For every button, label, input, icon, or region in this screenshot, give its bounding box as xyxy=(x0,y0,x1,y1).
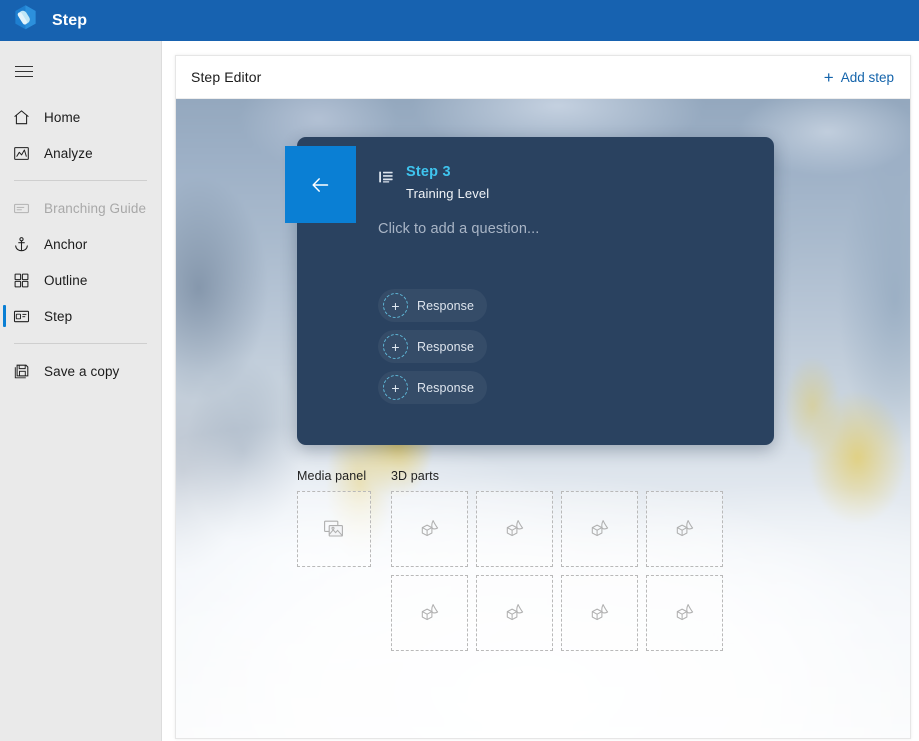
add-response-icon: + xyxy=(383,293,408,318)
sidebar-item-label: Branching Guide xyxy=(44,200,147,216)
add-response-icon: + xyxy=(383,375,408,400)
step-card[interactable]: Step 3 Training Level Click to add a que… xyxy=(285,137,774,445)
add-response-button[interactable]: + Response xyxy=(378,330,487,363)
3d-part-icon xyxy=(588,601,612,625)
plus-icon: + xyxy=(823,67,834,87)
response-label: Response xyxy=(417,339,475,354)
3d-part-icon xyxy=(418,517,442,541)
add-step-button[interactable]: + Add step xyxy=(824,69,894,86)
sidebar-item-outline[interactable]: Outline xyxy=(0,262,161,298)
part-slot[interactable] xyxy=(476,575,553,651)
sidebar-item-step[interactable]: Step xyxy=(0,298,161,334)
sidebar-nav-list: Home Analyze Branching Guide Anchor Outl… xyxy=(0,99,161,389)
sidebar-item-anchor[interactable]: Anchor xyxy=(0,226,161,262)
sidebar: Home Analyze Branching Guide Anchor Outl… xyxy=(0,41,162,741)
sidebar-item-label: Step xyxy=(44,308,73,324)
sidebar-divider-2 xyxy=(14,343,147,344)
response-list: + Response + Response + Response xyxy=(378,289,487,404)
response-label: Response xyxy=(417,298,475,313)
sidebar-item-label: Analyze xyxy=(44,145,93,161)
title-bar: Step xyxy=(0,0,919,41)
add-response-icon: + xyxy=(383,334,408,359)
back-button[interactable] xyxy=(285,146,356,223)
media-panel-slot[interactable] xyxy=(297,491,371,567)
branching-guide-icon xyxy=(9,196,33,220)
outline-grid-icon xyxy=(9,268,33,292)
parts-3d-grid xyxy=(391,491,723,651)
3d-part-icon xyxy=(503,517,527,541)
part-slot[interactable] xyxy=(476,491,553,567)
part-slot[interactable] xyxy=(561,491,638,567)
sidebar-divider-1 xyxy=(14,180,147,181)
list-bullet-icon xyxy=(378,169,394,185)
3d-part-icon xyxy=(418,601,442,625)
step-title-block: Step 3 Training Level xyxy=(406,163,489,202)
step-header: Step 3 Training Level xyxy=(378,163,489,202)
sidebar-item-save-a-copy[interactable]: Save a copy xyxy=(0,353,161,389)
part-slot[interactable] xyxy=(561,575,638,651)
part-slot[interactable] xyxy=(391,575,468,651)
3d-part-icon xyxy=(503,601,527,625)
part-slot[interactable] xyxy=(646,491,723,567)
part-slot[interactable] xyxy=(391,491,468,567)
sidebar-item-label: Outline xyxy=(44,272,88,288)
step-card-icon xyxy=(9,304,33,328)
asset-panels: Media panel 3D parts xyxy=(297,469,723,651)
add-step-label: Add step xyxy=(840,69,894,85)
sidebar-item-analyze[interactable]: Analyze xyxy=(0,135,161,171)
sidebar-item-label: Anchor xyxy=(44,236,88,252)
sidebar-item-branching-guide: Branching Guide xyxy=(0,190,161,226)
3d-part-icon xyxy=(588,517,612,541)
3d-part-icon xyxy=(673,601,697,625)
media-panel-group: Media panel xyxy=(297,469,371,567)
app-window: Step Home Analyze Branching Guide Anchor… xyxy=(0,0,919,741)
media-image-icon xyxy=(322,517,346,541)
app-logo xyxy=(6,0,46,41)
home-icon xyxy=(9,105,33,129)
question-input-placeholder[interactable]: Click to add a question... xyxy=(378,221,539,237)
add-response-button[interactable]: + Response xyxy=(378,289,487,322)
media-panel-label: Media panel xyxy=(297,469,367,483)
content-panel: Step Editor + Add step Step 3 Training L… xyxy=(175,55,911,739)
parts-3d-group: 3D parts xyxy=(391,469,723,651)
step-number: Step 3 xyxy=(406,164,451,180)
anchor-icon xyxy=(9,232,33,256)
sidebar-item-label: Home xyxy=(44,109,81,125)
content-header: Step Editor + Add step xyxy=(176,56,910,99)
parts-3d-label: 3D parts xyxy=(391,469,440,483)
arrow-left-icon xyxy=(306,170,336,200)
response-label: Response xyxy=(417,380,475,395)
hexagon-cube-logo-icon xyxy=(11,3,41,38)
page-title: Step Editor xyxy=(191,69,262,85)
analyze-chart-icon xyxy=(9,141,33,165)
sidebar-item-label: Save a copy xyxy=(44,363,120,379)
step-name: Training Level xyxy=(406,185,490,201)
step-canvas: Step 3 Training Level Click to add a que… xyxy=(176,99,910,738)
save-floppy-icon xyxy=(9,359,33,383)
hamburger-menu-icon[interactable] xyxy=(0,49,48,93)
3d-part-icon xyxy=(673,517,697,541)
add-response-button[interactable]: + Response xyxy=(378,371,487,404)
part-slot[interactable] xyxy=(646,575,723,651)
app-title: Step xyxy=(52,11,88,29)
sidebar-item-home[interactable]: Home xyxy=(0,99,161,135)
